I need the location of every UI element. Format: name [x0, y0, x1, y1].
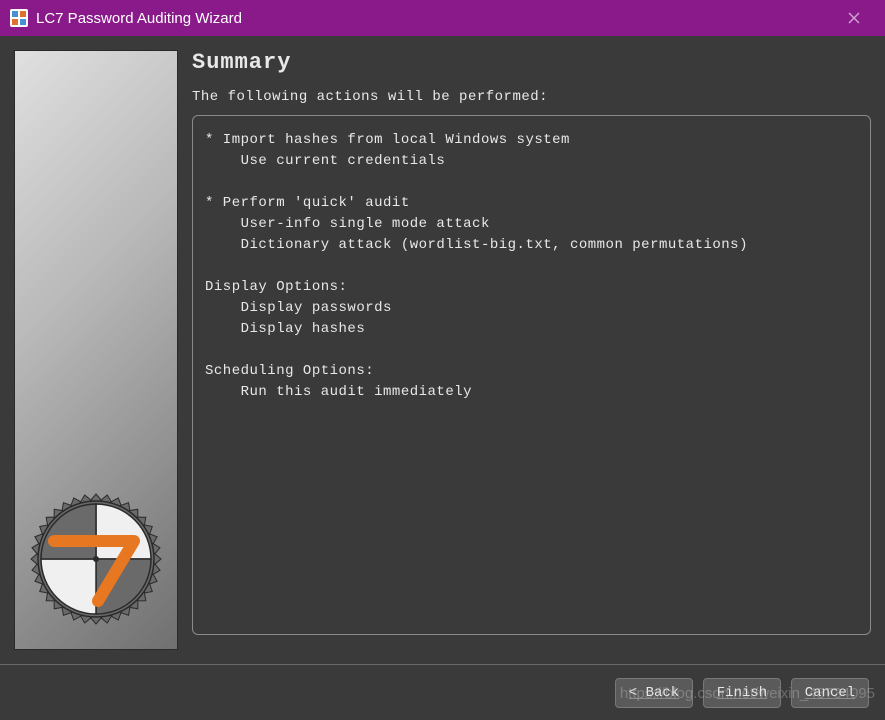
- page-title: Summary: [192, 50, 871, 75]
- app-icon: [10, 9, 28, 27]
- title-bar: LC7 Password Auditing Wizard: [0, 0, 885, 36]
- finish-button[interactable]: Finish: [703, 678, 781, 708]
- summary-text-box: * Import hashes from local Windows syste…: [192, 115, 871, 635]
- cancel-button[interactable]: Cancel: [791, 678, 869, 708]
- wizard-sidebar-image: [14, 50, 178, 650]
- page-subtitle: The following actions will be performed:: [192, 89, 871, 105]
- window-title: LC7 Password Auditing Wizard: [36, 10, 833, 27]
- close-icon[interactable]: [833, 0, 875, 36]
- lc7-logo-icon: [26, 489, 166, 629]
- back-button[interactable]: < Back: [615, 678, 693, 708]
- content-area: Summary The following actions will be pe…: [192, 50, 871, 648]
- main-area: Summary The following actions will be pe…: [0, 36, 885, 662]
- wizard-button-bar: < Back Finish Cancel: [0, 664, 885, 720]
